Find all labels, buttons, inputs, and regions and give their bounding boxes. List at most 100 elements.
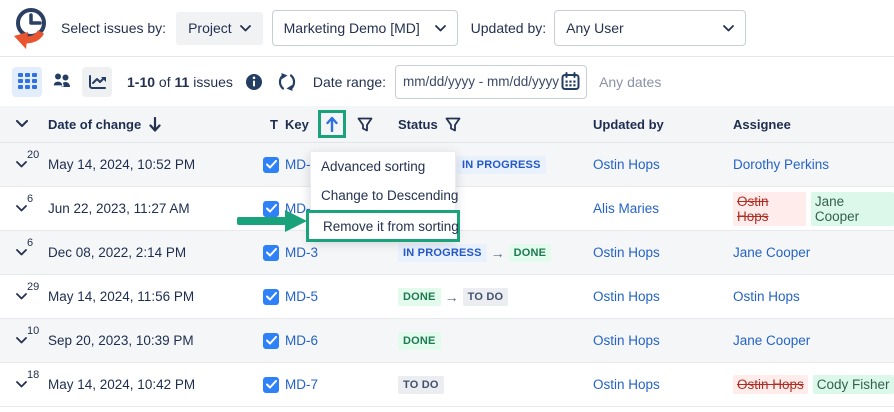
chevron-down-icon (723, 25, 734, 32)
status-cell: IN PROGRESS → DONE (398, 244, 593, 262)
issues-count: 1-10 of 11 issues (127, 74, 233, 90)
date-range-field (395, 65, 587, 99)
updated-by-link[interactable]: Ostin Hops (593, 157, 660, 172)
column-header-updated-by[interactable]: Updated by (593, 117, 733, 132)
date-of-change: Jun 22, 2023, 11:27 AM (48, 201, 263, 216)
issue-checkbox[interactable] (263, 377, 279, 393)
project-dropdown-value: Marketing Demo [MD] (284, 20, 420, 36)
date-of-change: Dec 08, 2022, 2:14 PM (48, 245, 263, 260)
transition-arrow-icon: → (445, 289, 459, 305)
menu-item-remove-from-sorting[interactable]: Remove it from sorting (306, 210, 460, 242)
chevron-down-icon (16, 381, 27, 388)
status-cell: DONE → TO DO (398, 288, 593, 306)
issue-mode-dropdown[interactable]: Project (176, 12, 263, 45)
issue-key-link[interactable]: MD-3 (285, 245, 318, 260)
updated-by-link[interactable]: Ostin Hops (593, 289, 660, 304)
issue-key-link[interactable]: MD-6 (285, 333, 318, 348)
assignee-cell: Ostin Hops Cody Fisher (733, 375, 894, 394)
change-count: 10 (27, 325, 39, 337)
new-assignee: Jane Cooper (811, 192, 894, 226)
previous-assignee: Ostin Hops (733, 375, 808, 394)
issue-checkbox[interactable] (263, 157, 279, 173)
new-assignee: Cody Fisher (813, 375, 894, 394)
chevron-down-icon (16, 120, 28, 128)
refresh-button[interactable] (277, 72, 297, 92)
status-cell: TO DO (398, 376, 593, 394)
assignee-link[interactable]: Jane Cooper (733, 245, 810, 260)
column-header-status[interactable]: Status (398, 117, 593, 132)
status-filter-icon[interactable] (445, 117, 461, 132)
info-button[interactable] (245, 73, 263, 91)
checkmark-icon (266, 380, 277, 389)
status-badge: TO DO (398, 376, 444, 394)
date-range-label: Date range: (313, 74, 386, 90)
row-expander[interactable]: 6 (0, 231, 48, 274)
row-expander[interactable]: 20 (0, 143, 48, 186)
assignee-link[interactable]: Ostin Hops (733, 289, 800, 304)
assignee-link[interactable]: Jane Cooper (733, 333, 810, 348)
issue-key-link[interactable]: MD- (285, 157, 311, 172)
table-row: 10 Sep 20, 2023, 10:39 PM MD-6 DONE Osti… (0, 319, 894, 363)
menu-item-change-to-descending[interactable]: Change to Descending (311, 181, 455, 210)
key-sort-highlight-box[interactable] (318, 110, 346, 138)
column-header-date[interactable]: Date of change (48, 117, 263, 132)
table-header: Date of change T Key Status (0, 106, 894, 143)
status-badge-from: DONE (398, 288, 441, 306)
row-expander[interactable]: 10 (0, 319, 48, 362)
key-sort-menu: Advanced sorting Change to Descending Re… (310, 151, 456, 240)
date-range-input[interactable] (395, 65, 587, 99)
chevron-down-icon (16, 205, 27, 212)
chart-view-button[interactable] (82, 67, 112, 97)
updated-by-label: Updated by: (471, 20, 547, 36)
toolbar: 1-10 of 11 issues Date range: (0, 57, 894, 106)
issue-key-link[interactable]: MD-5 (285, 289, 318, 304)
change-count: 6 (27, 193, 33, 205)
chevron-down-icon (16, 337, 27, 344)
issue-checkbox[interactable] (263, 201, 279, 217)
table-view-button[interactable] (12, 67, 42, 97)
updated-by-link[interactable]: Ostin Hops (593, 377, 660, 392)
issue-key-link[interactable]: MD-7 (285, 377, 318, 392)
column-header-assignee[interactable]: Assignee (733, 117, 894, 132)
row-expander[interactable]: 6 (0, 187, 48, 230)
chevron-down-icon (240, 25, 251, 32)
issues-count-range: 1-10 (127, 74, 155, 90)
issue-checkbox[interactable] (263, 245, 279, 261)
status-badge-to: TO DO (463, 288, 509, 306)
updated-by-user-dropdown[interactable]: Any User (554, 10, 746, 46)
key-filter-icon[interactable] (357, 117, 373, 132)
checkmark-icon (266, 204, 277, 213)
issue-checkbox[interactable] (263, 289, 279, 305)
updated-by-link[interactable]: Alis Maries (593, 201, 659, 216)
row-expander[interactable]: 18 (0, 363, 48, 406)
date-of-change: May 14, 2024, 10:42 PM (48, 377, 263, 392)
sort-descending-icon (148, 117, 162, 132)
any-dates-label: Any dates (599, 74, 661, 90)
status-badge-from: IN PROGRESS (398, 244, 487, 262)
column-header-type[interactable]: T (263, 117, 285, 132)
select-issues-by-label: Select issues by: (61, 20, 166, 36)
checkmark-icon (266, 336, 277, 345)
checkmark-icon (266, 160, 277, 169)
status-cell: DONE (398, 332, 593, 350)
assignee-cell: Ostin Hops Jane Cooper (733, 192, 894, 226)
row-expander[interactable]: 29 (0, 275, 48, 318)
sort-ascending-icon (325, 116, 339, 132)
project-dropdown[interactable]: Marketing Demo [MD] (272, 10, 458, 46)
status-badge: IN PROGRESS (457, 156, 546, 174)
column-header-key[interactable]: Key (285, 110, 398, 138)
date-of-change: May 14, 2024, 11:56 PM (48, 289, 263, 304)
info-icon (245, 73, 263, 91)
updated-by-link[interactable]: Ostin Hops (593, 245, 660, 260)
status-badge-to: DONE (509, 244, 552, 262)
table-grid-icon (18, 73, 37, 90)
menu-item-advanced-sorting[interactable]: Advanced sorting (311, 152, 455, 181)
change-count: 20 (27, 149, 39, 161)
issue-checkbox[interactable] (263, 333, 279, 349)
chevron-down-icon (435, 25, 446, 32)
updated-by-user-value: Any User (566, 20, 624, 36)
assignee-link[interactable]: Dorothy Perkins (733, 157, 829, 172)
updated-by-link[interactable]: Ostin Hops (593, 333, 660, 348)
people-view-button[interactable] (47, 67, 77, 97)
collapse-all-toggle[interactable] (0, 120, 48, 128)
